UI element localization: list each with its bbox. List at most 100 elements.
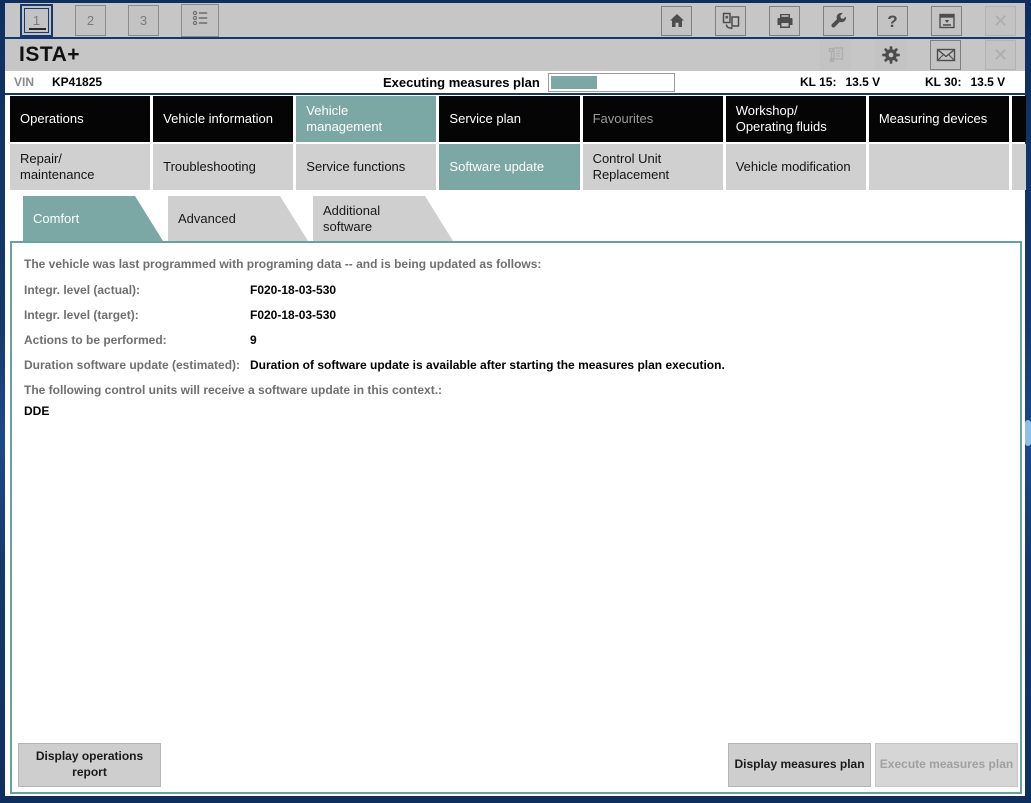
app-title: ISTA+	[19, 43, 80, 67]
row-value: 9	[250, 333, 257, 347]
vehicle-interface-icon	[722, 12, 740, 30]
tab-software-update[interactable]: Software update	[439, 144, 579, 190]
tab-service-plan[interactable]: Service plan	[439, 96, 579, 142]
tab-favourites: Favourites	[583, 96, 723, 142]
tab-vehicle-management[interactable]: Vehicle management	[296, 96, 436, 142]
row-value: Duration of software update is available…	[250, 358, 725, 372]
subtab-additional-software[interactable]: Additional software	[313, 196, 453, 241]
display-operations-report-button[interactable]: Display operations report	[18, 743, 161, 787]
content-panel: The vehicle was last programmed with pro…	[10, 241, 1022, 794]
tab-label: Operations	[20, 111, 84, 127]
session-tab-1-label: 1	[33, 13, 40, 28]
nav-row-end-sliver	[1012, 96, 1026, 142]
list-icon	[190, 8, 210, 33]
summary-intro: The vehicle was last programmed with pro…	[24, 257, 1010, 271]
subtab-advanced[interactable]: Advanced	[168, 196, 308, 241]
kl15-voltage: KL 15: 13.5 V	[800, 75, 880, 89]
tools-button[interactable]	[823, 6, 854, 36]
subtab-label: Advanced	[178, 211, 236, 227]
nav-row-secondary: Repair/ maintenance Troubleshooting Serv…	[10, 144, 1022, 190]
frame-highlight	[1025, 420, 1031, 446]
tab-workshop-operating-fluids[interactable]: Workshop/ Operating fluids	[726, 96, 866, 142]
row-value: F020-18-03-530	[250, 283, 336, 297]
operations-report-icon	[827, 46, 845, 64]
measures-plan-progress: Executing measures plan	[383, 71, 675, 93]
progress-label: Executing measures plan	[383, 75, 540, 90]
tab-label: Control Unit Replacement	[593, 151, 670, 182]
control-unit-item: DDE	[24, 404, 1010, 418]
row-label: Actions to be performed:	[24, 333, 250, 347]
vin-value: KP41825	[52, 75, 102, 89]
toolbar-icons: ? ✕	[661, 6, 1016, 36]
nav-row-primary: Operations Vehicle information Vehicle m…	[10, 96, 1022, 142]
row-label: Integr. level (actual):	[24, 283, 250, 297]
title-icons: ✕	[820, 40, 1016, 70]
integr-level-target-row: Integr. level (target): F020-18-03-530	[24, 308, 1010, 322]
kl30-voltage: KL 30: 13.5 V	[925, 75, 1005, 89]
tab-operations[interactable]: Operations	[10, 96, 150, 142]
tab-vehicle-modification[interactable]: Vehicle modification	[726, 144, 866, 190]
integr-level-actual-row: Integr. level (actual): F020-18-03-530	[24, 283, 1010, 297]
duration-software-update-row: Duration software update (estimated): Du…	[24, 358, 1010, 372]
row-label: Integr. level (target):	[24, 308, 250, 322]
session-tab-1[interactable]: 1	[20, 4, 53, 37]
vin-label: VIN	[14, 75, 34, 89]
kl30-value: 13.5 V	[970, 75, 1005, 89]
operations-report-button	[820, 40, 851, 70]
session-list-button[interactable]	[181, 4, 219, 37]
tab-label: Repair/ maintenance	[20, 151, 94, 182]
control-units-heading: The following control units will receive…	[24, 383, 1010, 397]
print-button[interactable]	[769, 6, 800, 36]
home-button[interactable]	[661, 6, 692, 36]
nav-cell-empty	[869, 144, 1009, 190]
titlebar: ISTA+	[5, 39, 1025, 71]
minimize-window-icon	[938, 12, 956, 30]
execute-measures-plan-button: Execute measures plan	[875, 743, 1018, 787]
tab-label: Service functions	[306, 159, 405, 175]
tab-control-unit-replacement[interactable]: Control Unit Replacement	[583, 144, 723, 190]
tab-measuring-devices[interactable]: Measuring devices	[869, 96, 1009, 142]
tab-label: Service plan	[449, 111, 521, 127]
tab-label: Measuring devices	[879, 111, 987, 127]
kl15-value: 13.5 V	[845, 75, 880, 89]
subtab-bar: Comfort Advanced Additional software	[23, 196, 1025, 241]
footer-actions: Display operations report Display measur…	[12, 743, 1020, 792]
settings-button[interactable]	[875, 40, 906, 70]
envelope-icon	[936, 46, 956, 64]
wrench-icon	[830, 12, 848, 30]
tab-vehicle-information[interactable]: Vehicle information	[153, 96, 293, 142]
session-tab-3-label: 3	[140, 13, 147, 28]
progress-bar	[548, 73, 675, 92]
tab-label: Software update	[449, 159, 544, 175]
tab-troubleshooting[interactable]: Troubleshooting	[153, 144, 293, 190]
tab-label: Vehicle modification	[736, 159, 851, 175]
nav-row-end-sliver	[1012, 144, 1026, 190]
help-icon: ?	[887, 13, 897, 30]
footer-right-buttons: Display measures plan Execute measures p…	[728, 743, 1018, 787]
software-update-summary: The vehicle was last programmed with pro…	[12, 243, 1020, 418]
vehicle-interface-button[interactable]	[715, 6, 746, 36]
minimize-window-button[interactable]	[931, 6, 962, 36]
row-label: Duration software update (estimated):	[24, 358, 250, 372]
session-tab-2[interactable]: 2	[75, 5, 106, 36]
close-icon: ✕	[993, 46, 1008, 64]
display-measures-plan-button[interactable]: Display measures plan	[728, 743, 871, 787]
subtab-comfort[interactable]: Comfort	[23, 196, 163, 241]
tab-repair-maintenance[interactable]: Repair/ maintenance	[10, 144, 150, 190]
subtab-label: Comfort	[33, 211, 79, 227]
tab-service-functions[interactable]: Service functions	[296, 144, 436, 190]
kl30-label: KL 30:	[925, 75, 961, 89]
tab-label: Vehicle information	[163, 111, 273, 127]
kl15-label: KL 15:	[800, 75, 836, 89]
session-tab-3[interactable]: 3	[128, 5, 159, 36]
session-tab-2-label: 2	[87, 13, 94, 28]
help-button[interactable]: ?	[877, 6, 908, 36]
toolbar: 1 2 3	[5, 3, 1025, 39]
close-app-button: ✕	[985, 40, 1016, 70]
gear-icon	[881, 45, 901, 65]
mail-button[interactable]	[930, 40, 961, 70]
home-icon	[668, 12, 686, 30]
main-navigation: Operations Vehicle information Vehicle m…	[5, 95, 1025, 190]
tab-label: Vehicle management	[306, 103, 382, 134]
print-icon	[776, 12, 794, 30]
